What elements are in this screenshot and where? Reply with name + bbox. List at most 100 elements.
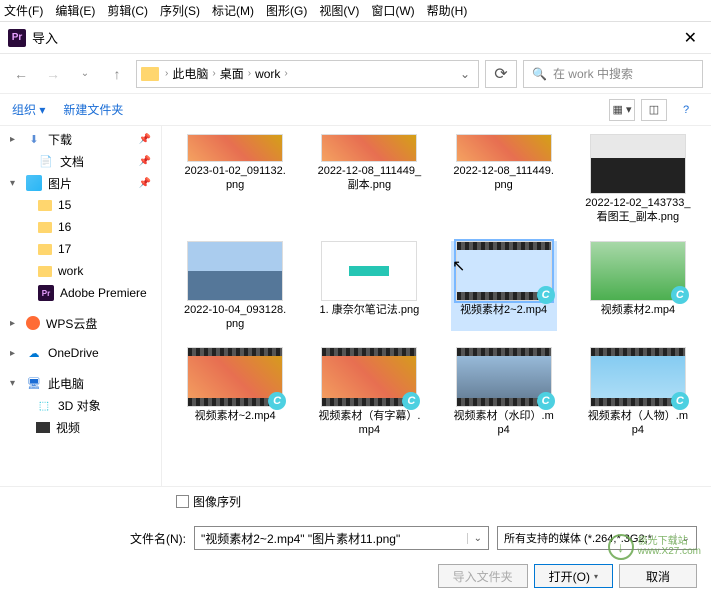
file-name: 2022-12-08_111449.png [451, 164, 557, 193]
sidebar-item-此电脑[interactable]: ▾🖥此电脑 [0, 372, 161, 394]
filename-row: 文件名(N): "视频素材2~2.mp4" "图片素材11.png" ⌄ 所有支… [0, 520, 711, 556]
sidebar: ▸⬇下载📌📄文档📌▾图片📌151617workPrAdobe Premiere ▸… [0, 126, 162, 486]
refresh-button[interactable]: ⟳ [485, 60, 517, 88]
file-item[interactable]: 1. 康奈尔笔记法.png [316, 241, 422, 332]
premiere-icon: Pr [8, 29, 26, 47]
image-sequence-checkbox[interactable] [176, 495, 189, 508]
thumbnail [321, 241, 417, 301]
file-name: 2023-01-02_091132.png [182, 164, 288, 193]
forward-button[interactable]: → [40, 61, 66, 87]
menu-item[interactable]: 帮助(H) [427, 2, 468, 19]
sidebar-item-16[interactable]: 16 [0, 216, 161, 238]
file-item[interactable]: C 视频素材2~2.mp4 [451, 241, 557, 332]
bc-work[interactable]: work [255, 67, 280, 81]
filename-dropdown[interactable]: ⌄ [467, 533, 482, 544]
menu-item[interactable]: 标记(M) [212, 2, 254, 19]
app-menubar[interactable]: 文件(F) 编辑(E) 剪辑(C) 序列(S) 标记(M) 图形(G) 视图(V) 窗口(W)… [0, 0, 711, 22]
menu-item[interactable]: 编辑(E) [55, 2, 95, 19]
recent-dropdown[interactable]: ⌄ [72, 61, 98, 87]
od-icon: ☁ [26, 345, 42, 361]
file-item[interactable]: 2022-12-02_143733_看图王_副本.png [585, 134, 691, 225]
image-sequence-option[interactable]: 图像序列 [0, 486, 711, 520]
view-mode-button[interactable]: ▦ ▾ [609, 99, 635, 121]
filetype-select[interactable]: 所有支持的媒体 (*.264;*.3G2;* ⌄ [497, 526, 697, 550]
bc-pc[interactable]: 此电脑 [172, 65, 208, 82]
back-button[interactable]: ← [8, 61, 34, 87]
file-item[interactable]: 2022-12-08_111449.png [451, 134, 557, 225]
open-button[interactable]: 打开(O)▾ [534, 564, 613, 588]
file-item[interactable]: 2022-12-08_111449_副本.png [316, 134, 422, 225]
file-name: 视频素材（人物）.mp4 [585, 409, 691, 438]
file-name: 1. 康奈尔笔记法.png [320, 303, 420, 317]
c-badge-icon: C [268, 392, 286, 410]
new-folder-button[interactable]: 新建文件夹 [63, 101, 123, 118]
file-item[interactable]: 2022-10-04_093128.png [182, 241, 288, 332]
c-badge-icon: C [671, 392, 689, 410]
thumbnail [456, 134, 552, 162]
file-item[interactable]: C视频素材（有字幕）.mp4 [316, 347, 422, 438]
menu-item[interactable]: 图形(G) [266, 2, 307, 19]
sidebar-item-文档[interactable]: 📄文档📌 [0, 150, 161, 172]
organize-menu[interactable]: 组织 ▾ [12, 101, 45, 118]
file-name: 视频素材2.mp4 [601, 303, 676, 317]
c-badge-icon: C [671, 286, 689, 304]
pr-icon: Pr [38, 285, 54, 301]
file-grid[interactable]: 2023-01-02_091132.png 2022-12-08_111449_副… [162, 126, 711, 486]
thumbnail [590, 134, 686, 194]
file-name: 2022-10-04_093128.png [182, 303, 288, 332]
sidebar-item-图片[interactable]: ▾图片📌 [0, 172, 161, 194]
thumbnail: C [187, 347, 283, 407]
sidebar-item-15[interactable]: 15 [0, 194, 161, 216]
preview-pane-button[interactable]: ◫ [641, 99, 667, 121]
sidebar-item-OneDrive[interactable]: ▸☁OneDrive [0, 342, 161, 364]
search-input[interactable]: 🔍 在 work 中搜索 [523, 60, 703, 88]
menu-item[interactable]: 视图(V) [319, 2, 359, 19]
close-button[interactable]: ✕ [678, 28, 703, 48]
filename-label: 文件名(N): [130, 530, 186, 547]
sidebar-item-work[interactable]: work [0, 260, 161, 282]
file-item[interactable]: C视频素材~2.mp4 [182, 347, 288, 438]
nav-bar: ← → ⌄ ↑ › 此电脑 › 桌面 › work › ⌄ ⟳ 🔍 在 work… [0, 54, 711, 94]
thumbnail: C [590, 241, 686, 301]
file-name: 视频素材2~2.mp4 [460, 303, 547, 317]
sidebar-item-Adobe Premiere[interactable]: PrAdobe Premiere [0, 282, 161, 304]
file-item[interactable]: C视频素材（水印）.mp4 [451, 347, 557, 438]
thumbnail: C [590, 347, 686, 407]
sidebar-item-3D 对象[interactable]: ⬚3D 对象 [0, 394, 161, 416]
folder-icon [38, 200, 52, 211]
pc-icon: 🖥 [26, 375, 42, 391]
folder-icon [141, 67, 159, 81]
menu-item[interactable]: 文件(F) [4, 2, 43, 19]
menu-item[interactable]: 序列(S) [160, 2, 200, 19]
file-item[interactable]: 2023-01-02_091132.png [182, 134, 288, 225]
pin-icon: 📌 [139, 134, 151, 145]
pin-icon: 📌 [139, 156, 151, 167]
c-badge-icon: C [537, 392, 555, 410]
file-item[interactable]: C视频素材2.mp4 [585, 241, 691, 332]
sidebar-item-WPS云盘[interactable]: ▸WPS云盘 [0, 312, 161, 334]
thumbnail [187, 134, 283, 162]
search-icon: 🔍 [532, 67, 547, 81]
file-name: 视频素材~2.mp4 [195, 409, 276, 423]
3d-icon: ⬚ [36, 397, 52, 413]
toolbar: 组织 ▾ 新建文件夹 ▦ ▾ ◫ ? [0, 94, 711, 126]
file-item[interactable]: C视频素材（人物）.mp4 [585, 347, 691, 438]
import-folder-button[interactable]: 导入文件夹 [438, 564, 528, 588]
cancel-button[interactable]: 取消 [619, 564, 697, 588]
menu-item[interactable]: 窗口(W) [371, 2, 414, 19]
up-button[interactable]: ↑ [104, 61, 130, 87]
dialog-title: 导入 [32, 28, 678, 47]
thumbnail: C [456, 241, 552, 301]
breadcrumb[interactable]: › 此电脑 › 桌面 › work › ⌄ [136, 60, 479, 88]
thumbnail [321, 134, 417, 162]
filename-input[interactable]: "视频素材2~2.mp4" "图片素材11.png" ⌄ [194, 526, 489, 550]
menu-item[interactable]: 剪辑(C) [107, 2, 148, 19]
file-name: 2022-12-08_111449_副本.png [316, 164, 422, 193]
sidebar-item-下载[interactable]: ▸⬇下载📌 [0, 128, 161, 150]
breadcrumb-dropdown[interactable]: ⌄ [456, 67, 474, 81]
sidebar-item-17[interactable]: 17 [0, 238, 161, 260]
bc-desktop[interactable]: 桌面 [220, 65, 244, 82]
doc-icon: 📄 [38, 153, 54, 169]
sidebar-item-视频[interactable]: 视频 [0, 416, 161, 438]
help-button[interactable]: ? [673, 99, 699, 121]
